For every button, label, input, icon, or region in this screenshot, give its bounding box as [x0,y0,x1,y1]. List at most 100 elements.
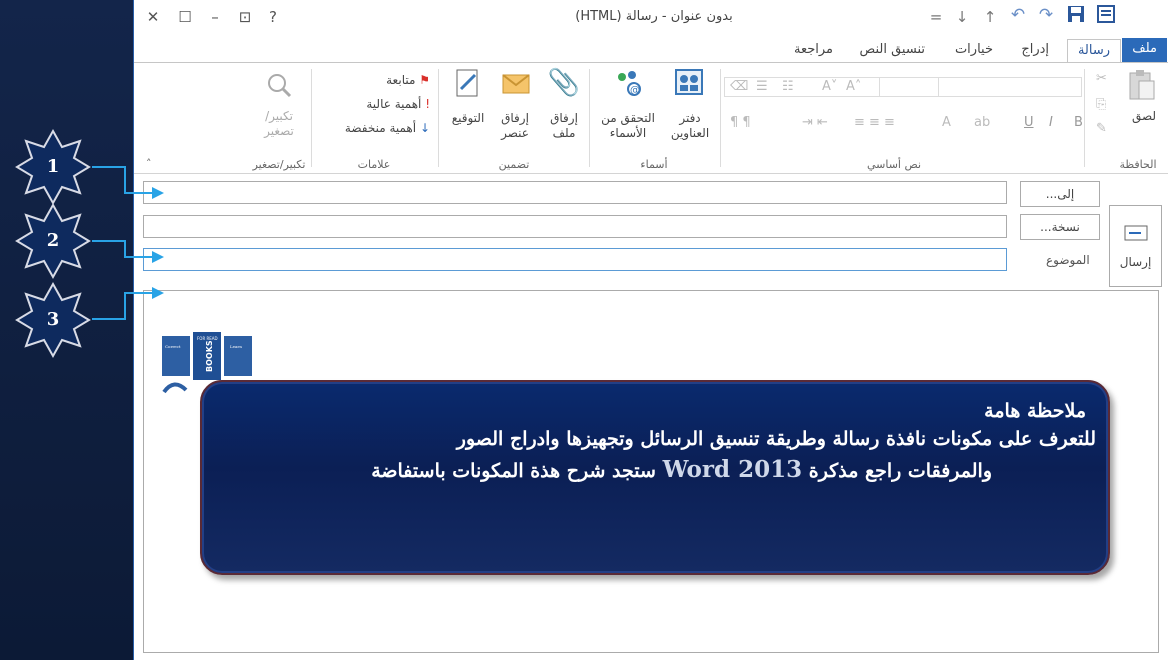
bold-button[interactable]: B [1074,115,1083,130]
subject-field[interactable] [143,248,1007,271]
tab-format-text[interactable]: تنسيق النص [850,39,935,63]
collapse-ribbon-icon[interactable]: ˄ [146,157,152,170]
font-size-box[interactable] [879,77,939,97]
paste-icon[interactable] [1120,67,1164,111]
separator [589,69,590,167]
zoom-line1[interactable]: تكبير/ [249,109,309,124]
include-group-label: تضمين [498,158,530,171]
attach-item-icon[interactable] [494,67,538,105]
callout-line-3a [92,292,126,320]
note-line1: للتعرف على مكونات نافذة رسالة وطريقة تنس… [456,428,1096,450]
cc-button[interactable]: نسخة... [1020,214,1100,240]
to-button[interactable]: إلى... [1020,181,1100,207]
grow-font-icon[interactable]: A˄ [846,79,861,94]
svg-text:@: @ [630,85,640,96]
subject-label: الموضوع [1046,253,1090,267]
address-book-line1[interactable]: دفتر [660,111,720,126]
underline-button[interactable]: U [1024,115,1034,130]
basic-text-group-label: نص أساسي [866,158,922,171]
attach-item-line1[interactable]: إرفاق [490,111,540,126]
minimize-icon[interactable]: – [204,7,226,27]
tab-review[interactable]: مراجعة [784,39,843,63]
important-note-box: ملاحظة هامة للتعرف على مكونات نافذة رسال… [200,380,1110,575]
callout-line-2a [92,240,126,258]
callout-line-2b [126,256,152,258]
signature-button[interactable]: التوقيع [442,111,494,126]
customize-icon[interactable]: = [924,8,948,26]
send-icon [1110,224,1161,247]
undo-icon[interactable]: ↶ [1006,5,1030,25]
align-icons[interactable]: ≡ ≡ ≡ [854,115,895,130]
callout-line-1a [92,166,126,194]
clipboard-group-label: الحافظة [1119,158,1157,171]
clear-format-icon[interactable]: ⌫ [730,79,748,94]
ribbon: لصق ✂ ⎘ ✎ الحافظة A˄ A˅ ☰ ☷ ⌫ B I U ab A… [134,62,1168,174]
callout-star-2: 2 [14,202,92,280]
up-arrow-icon[interactable]: ↑ [978,8,1002,26]
note-line2: والمرفقات راجع مذكرة ‎Word 2013 ستجد شرح… [371,456,992,483]
tab-file[interactable]: ملف [1122,38,1167,63]
separator [1084,69,1085,167]
check-names-line2[interactable]: الأسماء [594,126,662,141]
shrink-font-icon[interactable]: A˅ [822,79,837,94]
maximize-icon[interactable]: ☐ [174,7,196,27]
outlook-app-icon [1094,5,1118,28]
bullets-icon[interactable]: ☰ [756,79,768,94]
ribbon-display-options-icon[interactable]: ⊡ [234,7,256,27]
send-button[interactable]: إرسال [1109,205,1162,287]
callout-arrow-1 [152,187,164,199]
ribbon-tabs: ملف رسالة إدراج خيارات تنسيق النص مراجعة [134,35,1168,63]
close-icon[interactable]: ✕ [142,7,164,27]
address-book-icon[interactable] [664,67,714,107]
check-names-line1[interactable]: التحقق من [594,111,662,126]
separator [720,69,721,167]
format-painter-icon[interactable]: ✎ [1096,121,1107,136]
separator [311,69,312,167]
indent-icons[interactable]: ⇥ ⇤ [802,115,828,130]
svg-text:Learn: Learn [230,344,242,349]
save-icon[interactable] [1064,5,1088,28]
help-icon[interactable]: ? [262,7,284,27]
italic-button[interactable]: I [1049,115,1053,130]
svg-text:FOR READ: FOR READ [197,336,218,341]
zoom-line2[interactable]: تصغير [249,124,309,139]
signature-icon[interactable] [446,67,490,107]
callout-arrow-3 [152,287,164,299]
window-title: بدون عنوان - رسالة (HTML) [575,9,733,24]
paste-button[interactable]: لصق [1124,109,1164,124]
cc-field[interactable] [143,215,1007,238]
to-field[interactable] [143,181,1007,204]
names-group-label: أسماء [640,158,668,171]
redo-icon[interactable]: ↷ [1034,5,1058,25]
attach-file-line1[interactable]: إرفاق [542,111,586,126]
font-color-icon[interactable]: A [942,115,951,130]
low-importance-button[interactable]: ↓ أهمية منخفضة [314,121,430,136]
tab-message[interactable]: رسالة [1066,39,1121,63]
attach-file-icon[interactable]: 📎 [544,67,584,99]
title-bar: ✕ ☐ – ⊡ ? بدون عنوان - رسالة (HTML) = ↓ … [134,0,1168,35]
zoom-icon[interactable] [254,71,304,107]
high-importance-button[interactable]: ! أهمية عالية [334,97,430,112]
check-names-icon[interactable]: @ [600,67,656,107]
callout-star-1: 1 [14,128,92,206]
separator [438,69,439,167]
note-version: ‎Word 2013 [662,456,803,483]
direction-icons[interactable]: ¶ ¶ [730,115,751,130]
attach-item-line2[interactable]: عنصر [490,126,540,141]
cut-icon[interactable]: ✂ [1096,71,1107,86]
tab-options[interactable]: خيارات [945,39,1003,63]
address-book-line2[interactable]: العناوين [660,126,720,141]
down-arrow-icon[interactable]: ↓ [950,8,974,26]
svg-text:BOOKS: BOOKS [205,340,214,372]
numbering-icon[interactable]: ☷ [782,79,794,94]
copy-icon[interactable]: ⎘ [1096,97,1106,112]
note-title: ملاحظة هامة [984,400,1086,422]
follow-up-button[interactable]: ⚑ متابعة [352,73,430,88]
highlight-icon[interactable]: ab [974,115,990,130]
callout-star-3: 3 [14,281,92,359]
tab-insert[interactable]: إدراج [1011,39,1059,63]
attach-file-line2[interactable]: ملف [542,126,586,141]
callout-line-1b [126,192,152,194]
callout-line-3b [126,292,152,294]
zoom-group-label: تكبير/تصغير [252,158,306,171]
